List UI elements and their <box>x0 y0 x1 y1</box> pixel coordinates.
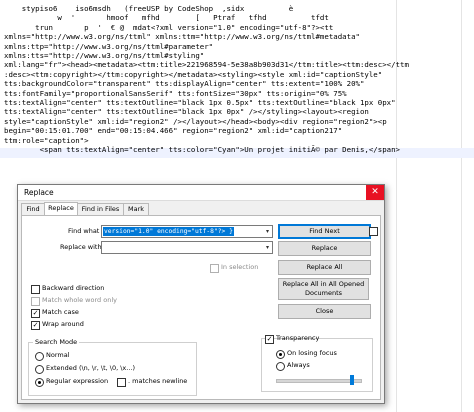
editor-line[interactable]: tts:textAlign="center" tts:textOutline="… <box>4 107 369 116</box>
tab-mark[interactable]: Mark <box>123 203 149 215</box>
dot-newline-label: . matches newline <box>128 377 188 385</box>
find-what-input[interactable]: version="1.0" encoding="utf-8"?> } <box>103 227 234 236</box>
on-losing-focus-radio[interactable] <box>276 350 285 359</box>
transparency-checkbox[interactable]: ✓ <box>265 335 274 344</box>
extended-label: Extended (\n, \r, \t, \0, \x...) <box>46 364 136 372</box>
search-mode-group: Search Mode Normal Extended (\n, \r, \t,… <box>28 338 197 396</box>
chevron-down-icon[interactable]: ▾ <box>263 226 272 237</box>
match-case-label: Match case <box>42 308 79 316</box>
backward-label: Backward direction <box>42 284 105 292</box>
dialog-title: Replace <box>24 188 54 197</box>
wrap-around-checkbox[interactable]: ✓ <box>31 321 40 330</box>
editor-line[interactable]: tts:textAlign="center" tts:textOutline="… <box>4 98 396 107</box>
editor-line[interactable]: xmlns="http://www.w3.org/ns/ttml" xmlns:… <box>4 32 360 41</box>
always-radio[interactable] <box>276 362 285 371</box>
whole-word-checkbox[interactable] <box>31 297 40 306</box>
editor-line[interactable]: begin="00:15:01.700" end="00:15:04.466" … <box>4 126 342 135</box>
replace-with-combo[interactable]: ▾ <box>101 241 273 254</box>
backward-checkbox[interactable] <box>31 285 40 294</box>
match-case-checkbox[interactable]: ✓ <box>31 309 40 318</box>
replace-all-button[interactable]: Replace All <box>278 260 371 275</box>
edge-line-right <box>461 0 462 412</box>
search-mode-title: Search Mode <box>33 338 80 346</box>
editor-line[interactable]: xmlns:ttp="http://www.w3.org/ns/ttml#par… <box>4 42 213 51</box>
replace-all-opened-button[interactable]: Replace All in All Opened Documents <box>278 278 369 300</box>
wrap-around-label: Wrap around <box>42 320 84 328</box>
in-selection-checkbox[interactable] <box>210 264 219 273</box>
replace-panel: Find what : version="1.0" encoding="utf-… <box>21 215 381 400</box>
in-selection-label: In selection <box>221 263 259 271</box>
editor-line[interactable]: tts:fontFamily="proportionalSansSerif" t… <box>4 89 347 98</box>
replace-all-opened-line1: Replace All in All Opened <box>282 280 365 288</box>
regex-radio[interactable] <box>35 378 44 387</box>
find-next-button[interactable]: Find Next <box>278 224 371 239</box>
tab-replace[interactable]: Replace <box>44 202 78 215</box>
editor-line[interactable]: <span tts:textAlign="center" tts:color="… <box>4 145 400 154</box>
find-what-combo[interactable]: version="1.0" encoding="utf-8"?> } ▾ <box>101 225 273 238</box>
close-icon[interactable]: ✕ <box>366 185 384 200</box>
editor-line[interactable]: w ' hmoof mfhd [ Ptraf tfhd tfdt <box>4 13 328 22</box>
editor-line[interactable]: ttm:role="caption"> <box>4 136 89 145</box>
editor-line[interactable]: tts:backgroundColor="transparent" tts:di… <box>4 79 364 88</box>
dialog-titlebar[interactable]: Replace ✕ <box>18 185 384 201</box>
replace-all-opened-line2: Documents <box>304 289 343 297</box>
close-button[interactable]: Close <box>278 304 371 319</box>
find-what-label: Find what : <box>68 227 104 235</box>
regex-label: Regular expression <box>46 377 109 385</box>
normal-radio[interactable] <box>35 352 44 361</box>
transparency-slider-thumb[interactable] <box>349 375 354 385</box>
editor-line[interactable]: stypiso6 iso6msdh (freeUSP by CodeShop ,… <box>4 4 293 13</box>
on-losing-focus-label: On losing focus <box>287 349 337 357</box>
replace-dialog: Replace ✕ Find Replace Find in Files Mar… <box>17 184 385 404</box>
editor-line[interactable]: xml:lang="fr"><head><metadata><ttm:title… <box>4 60 409 69</box>
tab-find-in-files[interactable]: Find in Files <box>77 203 124 215</box>
replace-with-label: Replace with : <box>60 243 106 251</box>
chevron-down-icon[interactable]: ▾ <box>263 242 272 253</box>
always-label: Always <box>287 361 310 369</box>
find-next-option-checkbox[interactable] <box>369 227 378 236</box>
editor-line[interactable]: style="captionStyle" xml:id="region2" />… <box>4 117 387 126</box>
dot-newline-checkbox[interactable] <box>117 378 126 387</box>
whole-word-label: Match whole word only <box>42 296 117 304</box>
editor-line[interactable]: trun p ' € @ mdat<?xml version="1.0" enc… <box>4 23 333 32</box>
transparency-label: Transparency <box>276 334 320 342</box>
transparency-group: ✓ Transparency On losing focus Always <box>261 334 373 392</box>
editor-line[interactable]: :desc><ttm:copyright></ttm:copyright></m… <box>4 70 382 79</box>
editor-line[interactable]: xmlns:tts="http://www.w3.org/ns/ttml#sty… <box>4 51 204 60</box>
normal-label: Normal <box>46 351 70 359</box>
tab-find[interactable]: Find <box>21 203 45 215</box>
extended-radio[interactable] <box>35 365 44 374</box>
replace-button[interactable]: Replace <box>278 241 371 256</box>
